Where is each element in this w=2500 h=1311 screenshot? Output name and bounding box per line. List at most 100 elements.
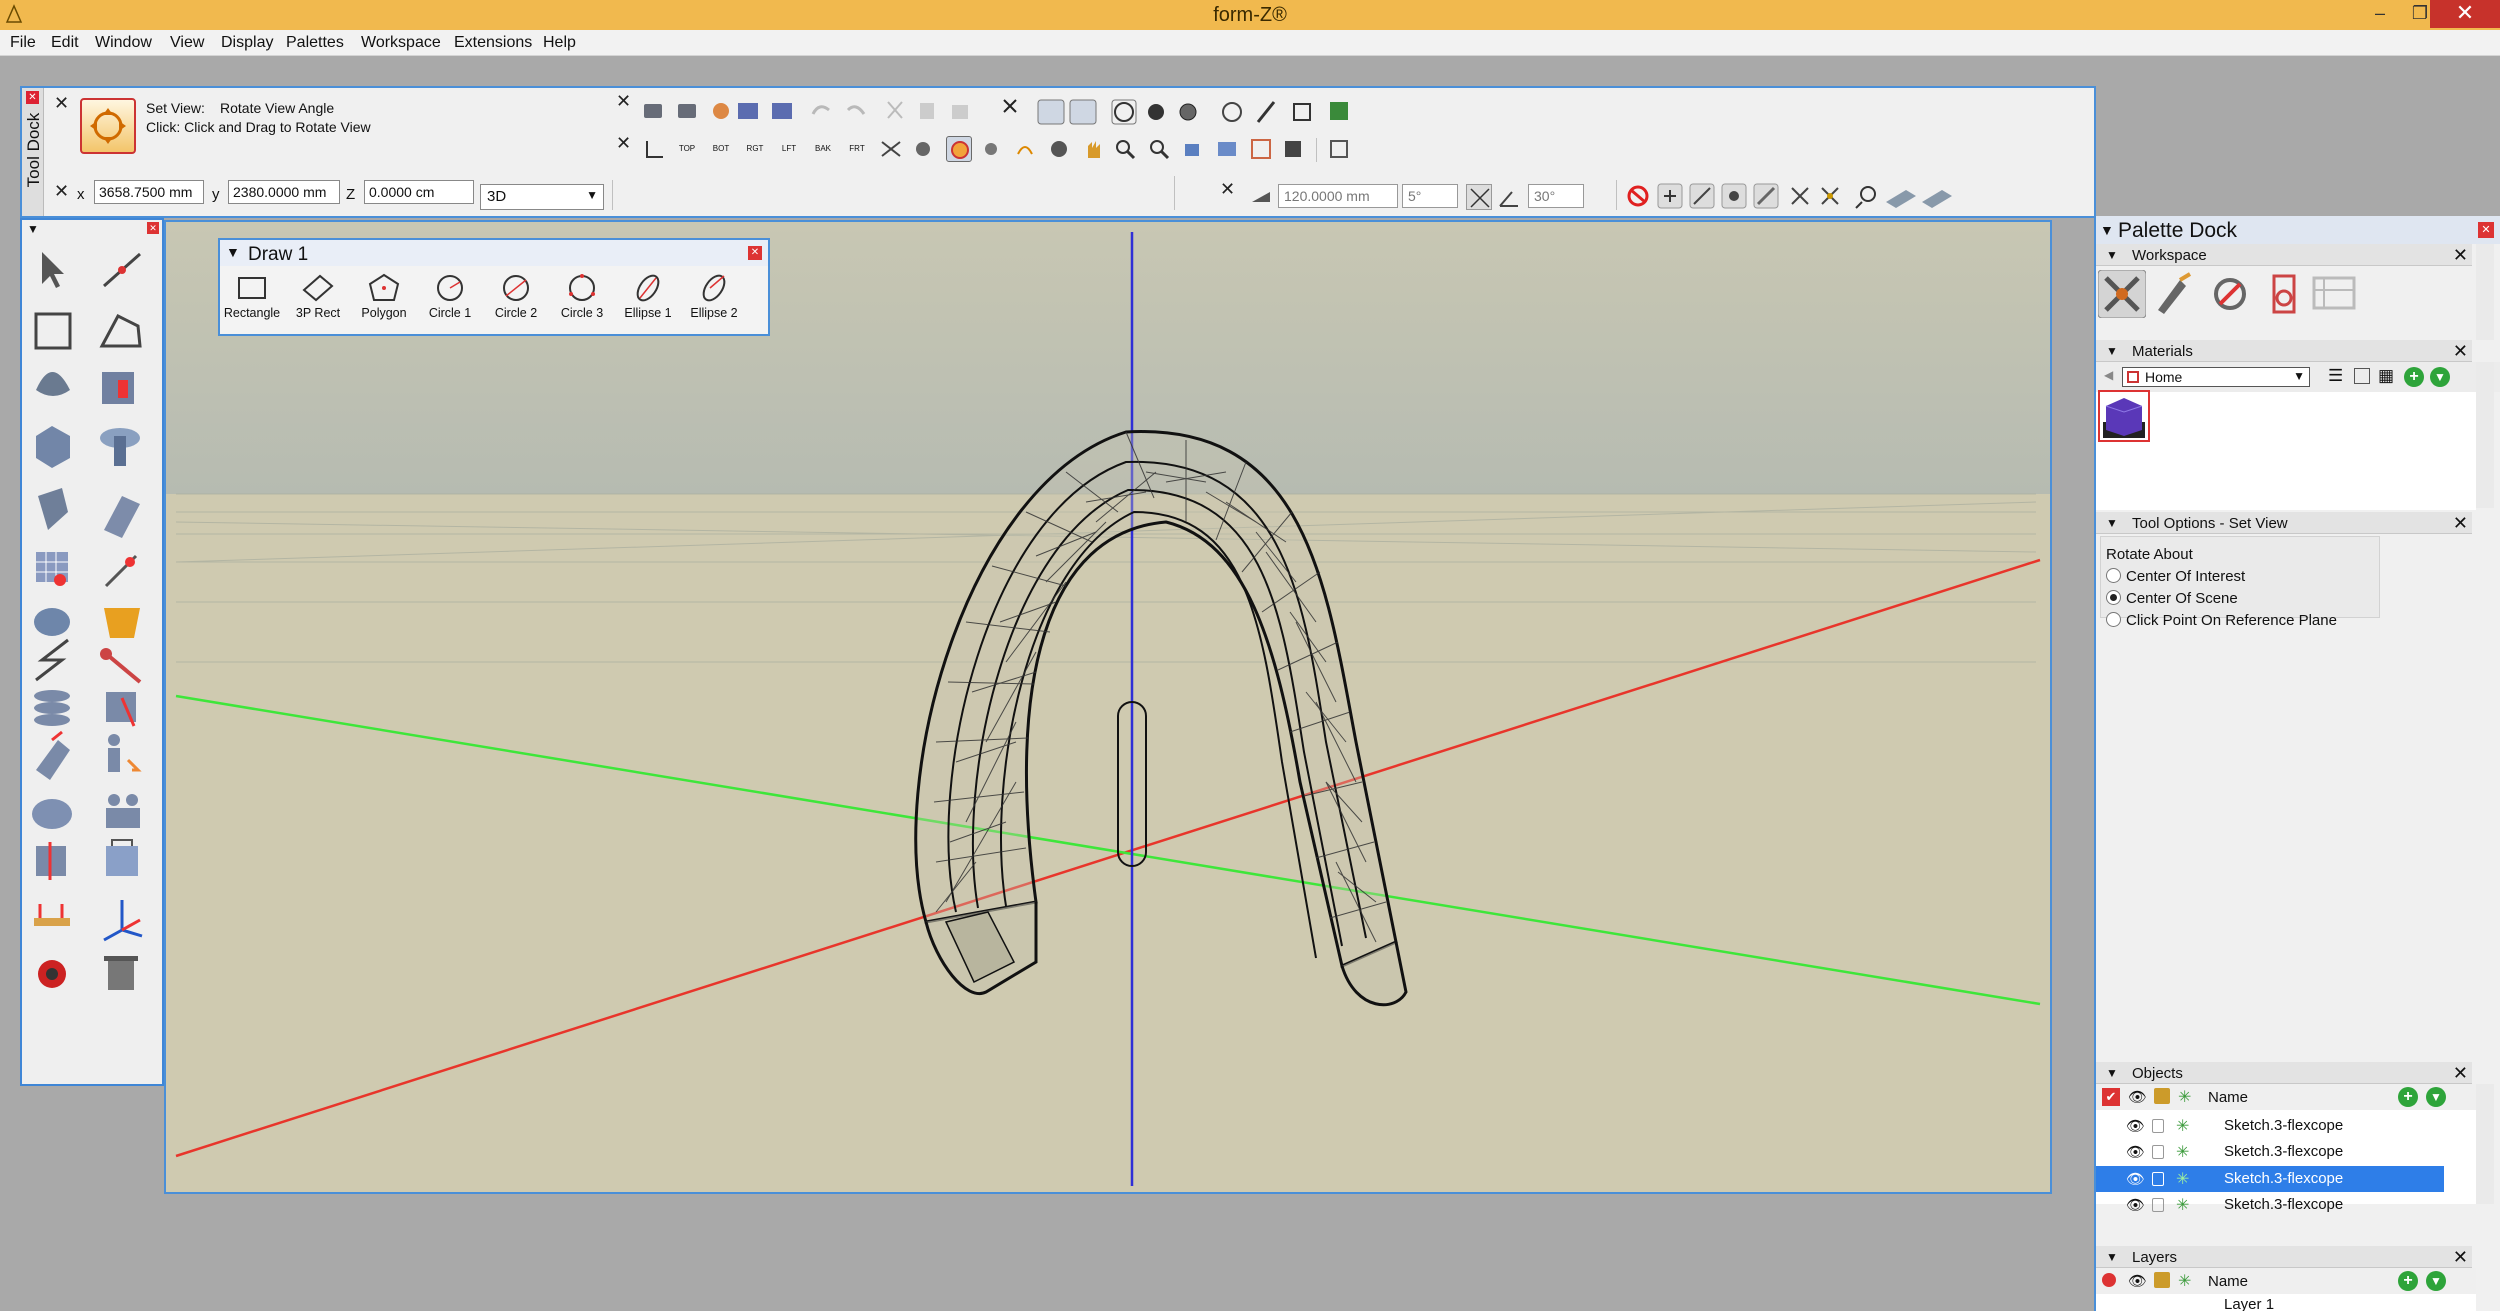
- snap-target-icon[interactable]: ✳: [2176, 1169, 2189, 1189]
- unlock-icon[interactable]: [2152, 1119, 2164, 1133]
- zoom-extents-icon[interactable]: [1248, 136, 1274, 162]
- menu-extensions[interactable]: Extensions: [454, 34, 532, 52]
- collapse-triangle-icon[interactable]: ▼: [226, 244, 240, 260]
- blob-icon[interactable]: [34, 608, 70, 636]
- tool-dock-handle[interactable]: ✕ Tool Dock: [22, 88, 44, 216]
- menu-edit[interactable]: Edit: [51, 34, 79, 52]
- rotate-view-tool-icon[interactable]: [946, 136, 972, 162]
- deform-icon[interactable]: [38, 488, 68, 530]
- rectangle-icon[interactable]: [34, 312, 72, 350]
- layers-options-button[interactable]: ▼: [2426, 1271, 2446, 1291]
- blend-icon[interactable]: [36, 730, 70, 780]
- pan-hand-icon[interactable]: [1080, 136, 1106, 162]
- unlock-icon[interactable]: [2152, 1198, 2164, 1212]
- materials-close-icon[interactable]: ✕: [2453, 341, 2468, 362]
- add-object-button[interactable]: +: [2398, 1087, 2418, 1107]
- material-thumbnail[interactable]: [2098, 390, 2150, 442]
- visibility-eye-icon[interactable]: 👁: [2126, 1196, 2145, 1214]
- collapse-triangle-icon[interactable]: ▼: [2106, 1250, 2118, 1264]
- perspective-icon[interactable]: [878, 136, 904, 162]
- cup-icon[interactable]: [104, 608, 140, 638]
- layers-section-header[interactable]: ▼ Layers ✕: [2096, 1246, 2472, 1268]
- workspace-drafting-icon[interactable]: [2150, 270, 2198, 318]
- menu-file[interactable]: File: [10, 34, 36, 52]
- back-triangle-icon[interactable]: ◀: [2104, 368, 2113, 382]
- toolbar-row1[interactable]: [638, 96, 1378, 128]
- view-left-button[interactable]: LFT: [776, 136, 802, 162]
- object-row[interactable]: 👁 ✳ Sketch.3-flexcope: [2096, 1192, 2444, 1218]
- close-window-button[interactable]: ✕: [2430, 0, 2500, 28]
- line-icon[interactable]: [103, 252, 141, 288]
- unlock-icon[interactable]: [2152, 1172, 2164, 1186]
- angle-snap-icon[interactable]: [1466, 184, 1492, 210]
- zoom-all-icon[interactable]: [1214, 136, 1240, 162]
- circle3-tool[interactable]: Circle 3: [550, 270, 614, 334]
- menu-window[interactable]: Window: [95, 34, 152, 52]
- radio-click-point[interactable]: Click Point On Reference Plane: [2106, 612, 2337, 629]
- visibility-eye-icon[interactable]: 👁: [2126, 1143, 2145, 1161]
- collapse-triangle-icon[interactable]: ▼: [2106, 248, 2118, 262]
- collapse-triangle-icon[interactable]: ▼: [2100, 222, 2114, 238]
- list-view-icon[interactable]: ☰: [2328, 366, 2343, 386]
- collapse-triangle-icon[interactable]: ▼: [2106, 344, 2118, 358]
- zoom-icon[interactable]: [1112, 136, 1138, 162]
- workspace-render-icon[interactable]: [2206, 270, 2254, 318]
- radio-center-of-interest[interactable]: Center Of Interest: [2106, 568, 2245, 585]
- add-layer-button[interactable]: +: [2398, 1271, 2418, 1291]
- workspace-close-icon[interactable]: ✕: [2453, 245, 2468, 266]
- snap-target-icon[interactable]: ✳: [2178, 1087, 2191, 1107]
- object-row[interactable]: 👁 ✳ Sketch.3-flexcope: [2096, 1139, 2444, 1165]
- workspace-modeling-icon[interactable]: [2097, 269, 2147, 319]
- ellipse2-tool[interactable]: Ellipse 2: [682, 270, 746, 334]
- materials-scrollbar[interactable]: [2476, 362, 2494, 508]
- trash-icon[interactable]: [104, 956, 138, 990]
- polyline-icon[interactable]: [99, 314, 142, 348]
- magic-icon[interactable]: [104, 554, 138, 588]
- collapse-triangle-icon[interactable]: ▼: [27, 222, 39, 236]
- snap-target-icon[interactable]: ✳: [2176, 1142, 2189, 1162]
- workspace-animation-icon[interactable]: [2260, 270, 2308, 318]
- grid-view-icon[interactable]: ▦: [2378, 366, 2394, 386]
- people-icon[interactable]: [106, 794, 140, 828]
- view-right-button[interactable]: RGT: [742, 136, 768, 162]
- file-tools[interactable]: [644, 101, 968, 119]
- spring-icon[interactable]: [34, 690, 70, 726]
- person-move-icon[interactable]: [108, 734, 142, 772]
- objects-scrollbar[interactable]: [2476, 1084, 2494, 1204]
- view-history-icon[interactable]: [1326, 136, 1352, 162]
- layers-close-icon[interactable]: ✕: [2453, 1247, 2468, 1268]
- layer-name[interactable]: Layer 1: [2224, 1296, 2274, 1311]
- snap-target-icon[interactable]: ✳: [2176, 1116, 2189, 1136]
- tool-options-section-header[interactable]: ▼ Tool Options - Set View ✕: [2096, 512, 2472, 534]
- lock-icon[interactable]: [2154, 1272, 2170, 1288]
- angle2-field[interactable]: 30°: [1528, 184, 1584, 208]
- polygon-tool[interactable]: Polygon: [352, 270, 416, 334]
- zoom-selected-icon[interactable]: [1180, 136, 1206, 162]
- menu-workspace[interactable]: Workspace: [361, 34, 441, 52]
- palette-close-icon[interactable]: ✕: [147, 222, 159, 234]
- check-icon[interactable]: ✔: [2102, 1088, 2120, 1106]
- paint-icon[interactable]: [38, 960, 66, 988]
- view-iso-icon[interactable]: [642, 136, 668, 162]
- revolve-icon[interactable]: [100, 428, 140, 466]
- objects-section-header[interactable]: ▼ Objects ✕: [2096, 1062, 2472, 1084]
- snap-distance-field[interactable]: 120.0000 mm: [1278, 184, 1398, 208]
- orbit-icon[interactable]: [978, 136, 1004, 162]
- ellipse1-tool[interactable]: Ellipse 1: [616, 270, 680, 334]
- x-coordinate-field[interactable]: 3658.7500 mm: [94, 180, 204, 204]
- axes-icon[interactable]: [103, 900, 143, 942]
- unlock-icon[interactable]: [2152, 1145, 2164, 1159]
- visibility-eye-icon[interactable]: 👁: [2128, 1272, 2147, 1290]
- add-material-button[interactable]: +: [2404, 367, 2424, 387]
- view-back-button[interactable]: BAK: [810, 136, 836, 162]
- objects-close-icon[interactable]: ✕: [2453, 1063, 2468, 1084]
- lock-icon[interactable]: [2154, 1088, 2170, 1104]
- view-mode-select[interactable]: 3D ▼: [480, 184, 604, 210]
- snap-toolbar[interactable]: [1626, 182, 1966, 212]
- sphere-icon[interactable]: [36, 372, 70, 396]
- hint-close-icon[interactable]: ✕: [54, 94, 69, 112]
- coord-close-icon[interactable]: ✕: [54, 182, 69, 200]
- scene-canvas[interactable]: [166, 222, 2050, 1192]
- menu-display[interactable]: Display: [221, 34, 273, 52]
- view-top-button[interactable]: TOP: [674, 136, 700, 162]
